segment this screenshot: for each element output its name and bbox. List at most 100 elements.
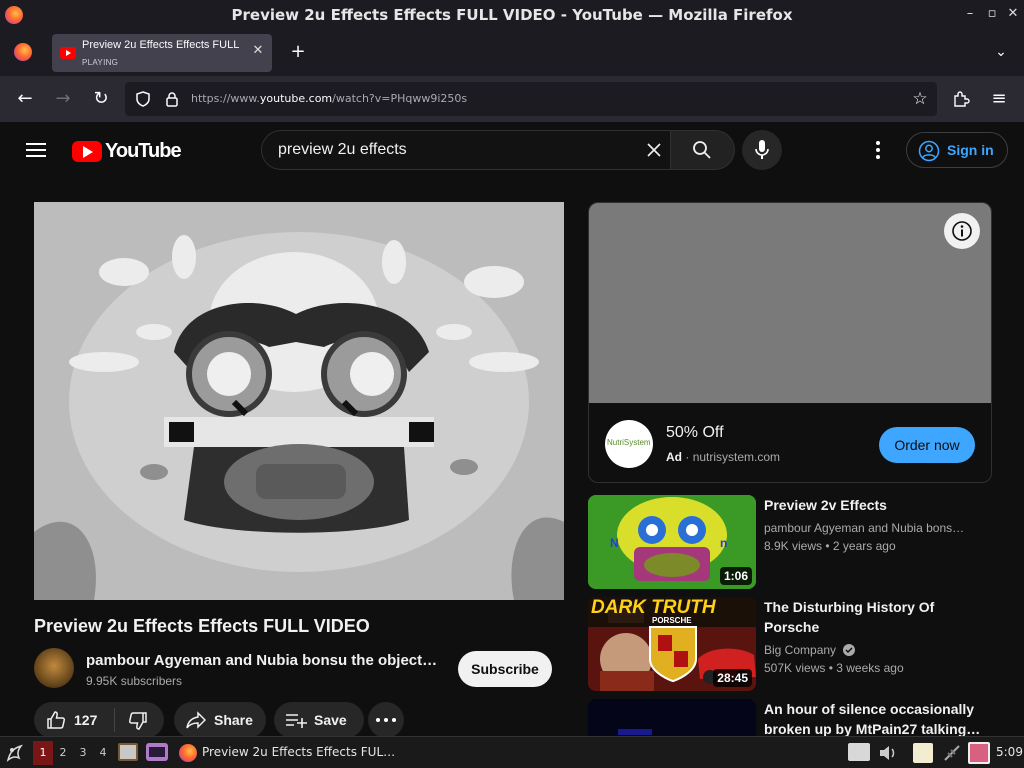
ad-headline[interactable]: 50% Off (666, 424, 724, 442)
bookmark-star-icon[interactable]: ☆ (908, 87, 932, 111)
start-menu-icon[interactable] (4, 742, 26, 764)
terminal-icon[interactable] (146, 743, 168, 761)
dislike-thumbs-down-icon[interactable] (128, 711, 148, 731)
workspace-3[interactable]: 3 (73, 741, 93, 765)
related-video-item[interactable]: DARK TRUTH PORSCHE 28:45 The Disturbing … (588, 597, 992, 691)
search-box[interactable] (261, 130, 671, 170)
like-divider (114, 708, 115, 732)
sign-in-label: Sign in (947, 142, 994, 158)
window-title: Preview 2u Effects Effects FULL VIDEO - … (231, 6, 793, 24)
share-arrow-icon (186, 711, 206, 729)
video-duration: 1:06 (719, 567, 752, 585)
ad-info-button[interactable] (944, 213, 980, 249)
back-arrow-icon[interactable]: ← (13, 87, 37, 111)
extensions-puzzle-icon[interactable] (952, 90, 970, 108)
microphone-icon (755, 140, 769, 159)
video-duration: 28:45 (713, 669, 752, 687)
like-count: 127 (74, 712, 98, 728)
firefox-icon (5, 6, 23, 24)
related-title[interactable]: Preview 2v Effects (764, 495, 984, 515)
related-channel[interactable]: pambour Agyeman and Nubia bons… (764, 519, 964, 537)
url-text[interactable]: https://www.youtube.com/watch?v=PHqww9i2… (191, 92, 467, 105)
close-window-button[interactable]: ✕ (1005, 6, 1021, 22)
notes-icon[interactable] (913, 743, 933, 763)
order-now-button[interactable]: Order now (879, 427, 975, 463)
drive-icon[interactable] (848, 743, 870, 761)
advertiser-logo[interactable]: NutriSystem (605, 420, 653, 468)
svg-text:n: n (720, 536, 727, 550)
tab-title: Preview 2u Effects Effects FULL VIDEO - … (82, 39, 242, 51)
clear-search-icon[interactable] (646, 142, 662, 158)
system-taskbar: 1 2 3 4 Preview 2u Effects Effects FUL… … (0, 736, 1024, 768)
workspace-1[interactable]: 1 (33, 741, 53, 765)
save-button[interactable]: Save (274, 702, 364, 738)
video-title: Preview 2u Effects Effects FULL VIDEO (34, 616, 370, 636)
search-button[interactable] (671, 130, 735, 170)
app-menu-hamburger-icon[interactable]: ≡ (987, 87, 1011, 111)
more-actions-button[interactable] (368, 702, 404, 738)
subscribe-button[interactable]: Subscribe (458, 651, 552, 687)
volume-icon[interactable] (878, 744, 898, 762)
related-thumbnail[interactable] (588, 699, 756, 736)
related-meta: 8.9K views • 2 years ago (764, 539, 896, 553)
url-bar[interactable]: https://www.youtube.com/watch?v=PHqww9i2… (125, 82, 937, 116)
subscriber-count: 9.95K subscribers (86, 674, 183, 688)
related-title[interactable]: An hour of silence occasionally broken u… (764, 699, 984, 736)
workspace-4[interactable]: 4 (93, 741, 113, 765)
related-channel[interactable]: Big Company (764, 641, 856, 659)
clock: 5:09 (996, 745, 1023, 759)
channel-avatar[interactable] (34, 648, 74, 688)
related-thumbnail[interactable]: DARK TRUTH PORSCHE 28:45 (588, 597, 756, 691)
taskbar-firefox-icon (179, 744, 197, 762)
search-icon (693, 141, 711, 159)
related-video-item[interactable]: An hour of silence occasionally broken u… (588, 699, 992, 736)
browser-tab-active[interactable]: Preview 2u Effects Effects FULL VIDEO - … (52, 34, 272, 72)
forward-arrow-icon[interactable]: → (51, 87, 75, 111)
account-circle-icon (918, 140, 940, 162)
related-thumbnail[interactable]: N n 1:06 (588, 495, 756, 589)
search-input[interactable] (278, 139, 618, 161)
related-video-item[interactable]: N n 1:06 Preview 2v Effects pambour Agye… (588, 495, 992, 589)
share-label: Share (214, 712, 253, 728)
sign-in-button[interactable]: Sign in (906, 132, 1008, 168)
ad-meta: Ad · nutrisystem.com (666, 450, 781, 464)
verified-check-icon (843, 644, 856, 656)
like-thumbs-up-icon[interactable] (46, 710, 66, 730)
new-tab-button[interactable]: + (286, 40, 310, 64)
ad-media[interactable] (589, 203, 991, 403)
screenshot-tool-icon[interactable] (968, 742, 990, 764)
ad-card[interactable]: NutriSystem 50% Off Ad · nutrisystem.com… (588, 202, 992, 483)
channel-name[interactable]: pambour Agyeman and Nubia bonsu the obje… (86, 652, 437, 669)
shield-icon[interactable] (135, 91, 151, 107)
more-horizontal-icon (376, 718, 396, 722)
minimize-button[interactable]: – (962, 6, 978, 22)
ad-badge: Ad (666, 450, 682, 464)
maximize-button[interactable]: ▫ (984, 6, 1000, 22)
advertiser-logo-text: NutriSystem (607, 438, 651, 447)
reload-icon[interactable]: ↻ (89, 87, 113, 111)
taskbar-window-button[interactable]: Preview 2u Effects Effects FUL… (202, 745, 395, 759)
save-label: Save (314, 712, 347, 728)
voice-search-button[interactable] (742, 130, 782, 170)
network-disconnected-icon[interactable] (942, 743, 962, 763)
guide-menu-icon[interactable] (26, 141, 46, 159)
video-frame-image (34, 202, 564, 600)
workspace-2[interactable]: 2 (53, 741, 73, 765)
youtube-favicon-icon (60, 47, 76, 59)
thumbnail-brand-text: PORSCHE (652, 616, 692, 625)
share-button[interactable]: Share (174, 702, 266, 738)
list-tabs-chevron-icon[interactable]: ⌄ (989, 40, 1013, 64)
lock-icon[interactable] (165, 91, 179, 107)
file-manager-icon[interactable] (118, 743, 138, 761)
video-player[interactable] (34, 202, 564, 600)
save-playlist-icon (286, 714, 307, 728)
window-titlebar: Preview 2u Effects Effects FULL VIDEO - … (0, 0, 1024, 30)
ad-domain: nutrisystem.com (692, 450, 781, 464)
settings-kebab-icon[interactable] (870, 140, 886, 160)
firefox-view-icon[interactable] (14, 43, 32, 61)
tab-close-icon[interactable]: ✕ (250, 43, 266, 59)
related-title[interactable]: The Disturbing History Of Porsche (764, 597, 984, 637)
svg-text:N: N (610, 536, 619, 550)
youtube-logo[interactable]: YouTube (72, 140, 182, 163)
youtube-play-logo-icon (72, 141, 102, 162)
